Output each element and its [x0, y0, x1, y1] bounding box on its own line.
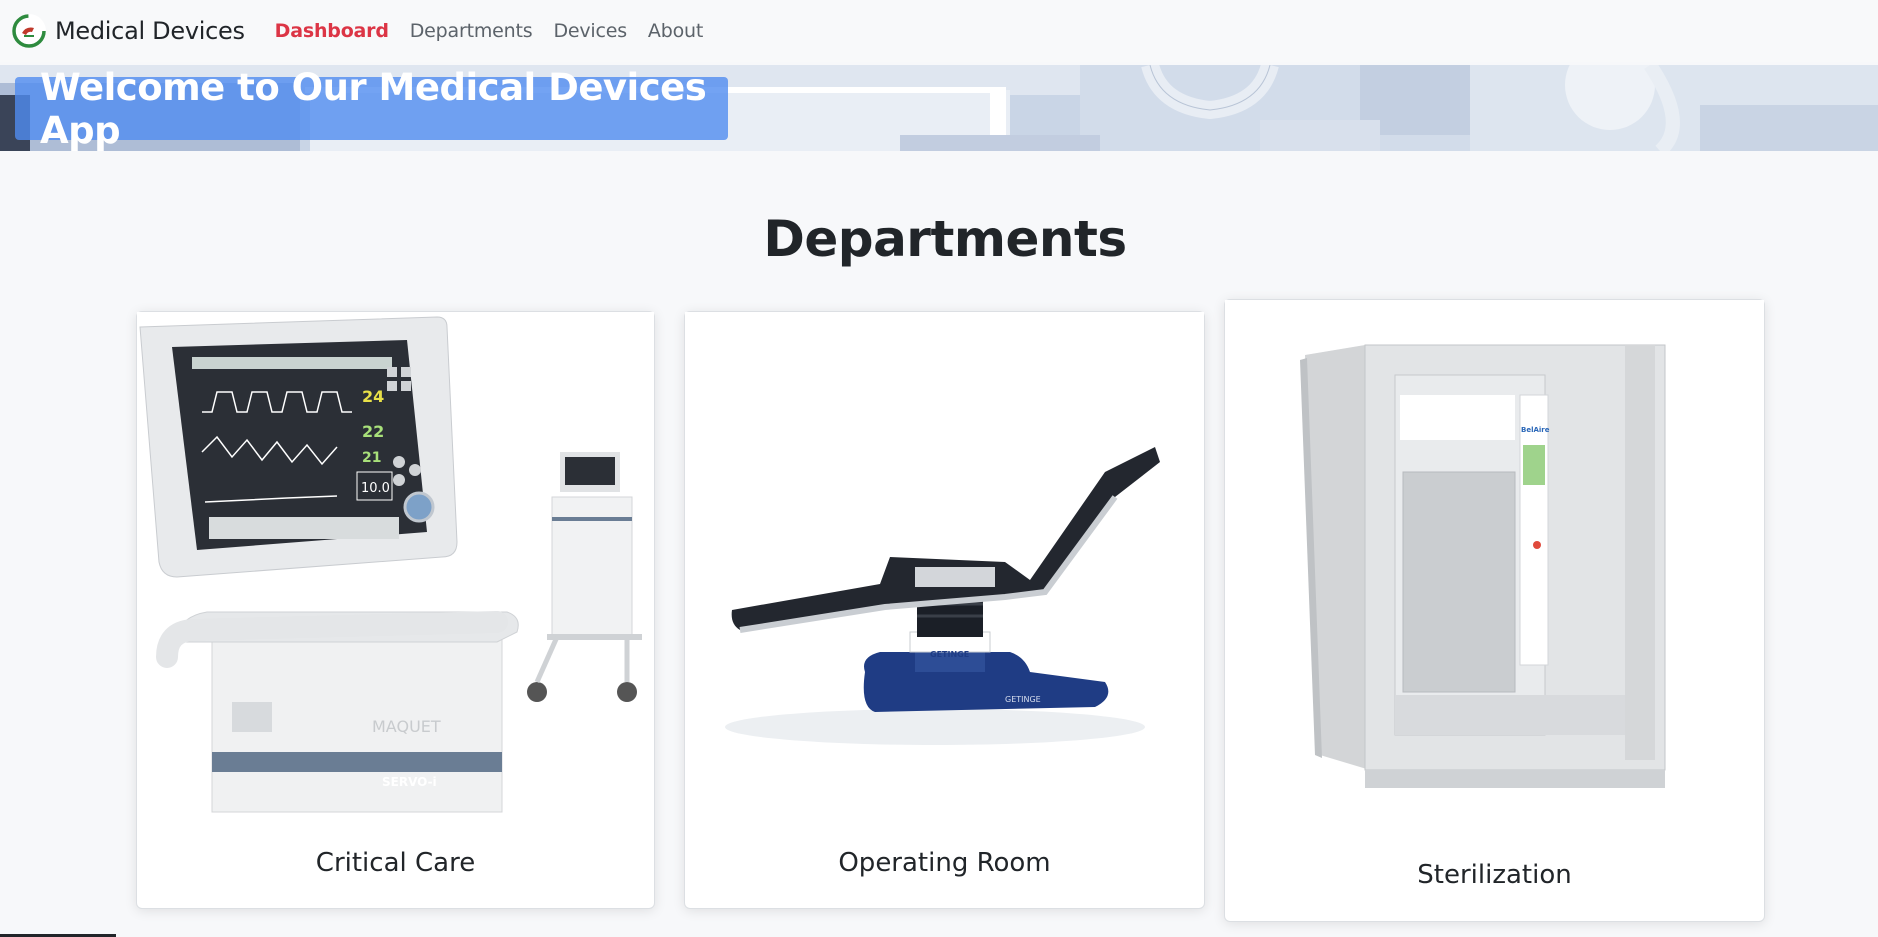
department-card-sterilization[interactable]: BelAire Sterilization: [1224, 299, 1765, 922]
app-logo-icon: [12, 14, 46, 48]
section-title: Departments: [763, 210, 1127, 268]
svg-text:MAQUET: MAQUET: [372, 717, 441, 736]
operating-table-image: GETINGE GETINGE: [685, 312, 1204, 832]
brand-link[interactable]: Medical Devices: [12, 14, 245, 48]
main-nav: Dashboard Departments Devices About: [275, 20, 724, 42]
card-label-sterilization: Sterilization: [1417, 860, 1572, 890]
svg-text:BelAire: BelAire: [1521, 426, 1550, 434]
department-card-critical-care[interactable]: 24 22 21 10.0 MAQUET SERVO-i Critical Ca…: [136, 311, 655, 909]
card-label-operating-room: Operating Room: [838, 848, 1051, 878]
nav-link-about[interactable]: About: [648, 20, 703, 42]
svg-text:21: 21: [362, 450, 381, 466]
svg-text:GETINGE: GETINGE: [1005, 695, 1041, 704]
svg-text:GETINGE: GETINGE: [930, 650, 969, 659]
nav-link-devices[interactable]: Devices: [553, 20, 627, 42]
sterilizer-image: BelAire: [1225, 300, 1764, 840]
ventilator-image: 24 22 21 10.0 MAQUET SERVO-i: [137, 312, 654, 832]
card-label-critical-care: Critical Care: [315, 848, 476, 878]
svg-text:SERVO-i: SERVO-i: [382, 775, 437, 789]
hero-title: Welcome to Our Medical Devices App: [40, 65, 707, 152]
nav-link-dashboard[interactable]: Dashboard: [275, 20, 389, 42]
brand-name: Medical Devices: [55, 17, 245, 45]
nav-link-departments[interactable]: Departments: [410, 20, 533, 42]
hero-title-box: Welcome to Our Medical Devices App: [15, 66, 728, 151]
svg-text:10.0: 10.0: [361, 481, 390, 496]
department-card-operating-room[interactable]: GETINGE GETINGE Operating Room: [684, 311, 1205, 909]
top-navbar: Medical Devices Dashboard Departments De…: [0, 0, 1878, 62]
svg-text:24: 24: [362, 387, 384, 406]
svg-text:22: 22: [362, 422, 384, 441]
hero-banner: Welcome to Our Medical Devices App: [0, 65, 1878, 151]
